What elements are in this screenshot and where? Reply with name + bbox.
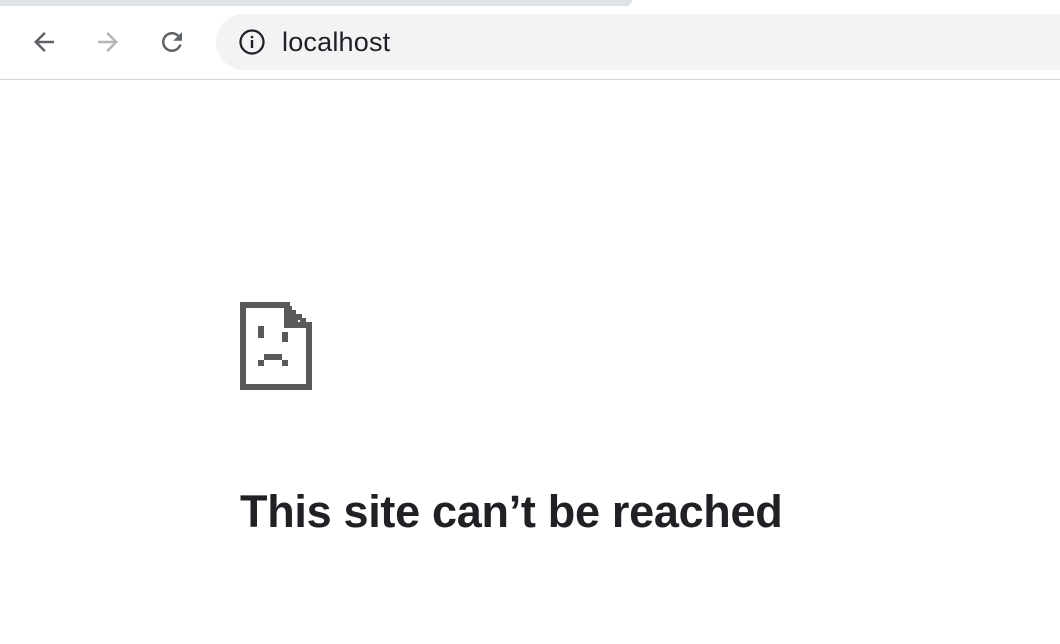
back-button[interactable] — [24, 22, 64, 62]
page-content — [0, 81, 1060, 644]
back-arrow-icon — [34, 32, 54, 52]
browser-toolbar: localhost — [0, 0, 1060, 80]
address-bar[interactable]: localhost — [216, 14, 1060, 70]
tab-strip-edge — [0, 0, 632, 6]
error-title: This site can’t be reached — [240, 486, 783, 537]
reload-icon — [162, 32, 182, 52]
url-text[interactable]: localhost — [282, 27, 390, 58]
info-icon[interactable] — [236, 26, 268, 58]
forward-arrow-icon — [98, 32, 118, 52]
reload-button[interactable] — [152, 22, 192, 62]
sad-document-icon — [240, 302, 312, 390]
forward-button[interactable] — [88, 22, 128, 62]
